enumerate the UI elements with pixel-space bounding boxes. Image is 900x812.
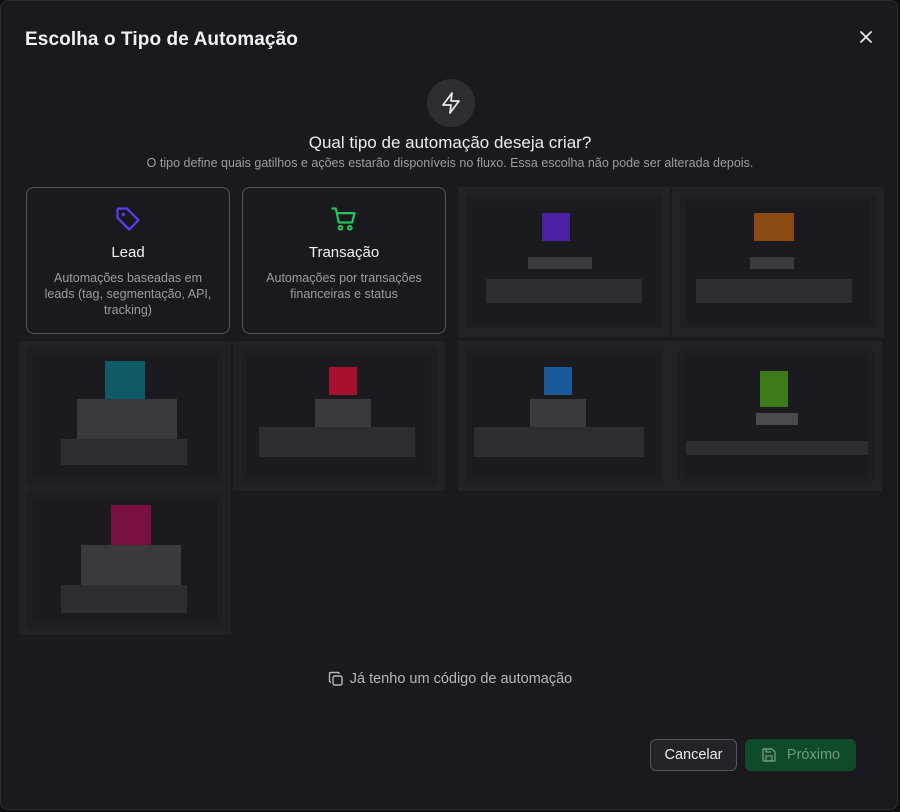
- obscured-card[interactable]: [19, 341, 231, 491]
- obscured-card[interactable]: [19, 485, 231, 635]
- obscured-text: [81, 545, 181, 585]
- copy-icon: [328, 671, 343, 686]
- obscured-text: [528, 257, 592, 269]
- obscured-card[interactable]: [458, 341, 670, 491]
- obscured-text: [696, 279, 852, 303]
- cancel-button[interactable]: Cancelar: [650, 739, 737, 771]
- obscured-text: [259, 427, 415, 457]
- close-button[interactable]: [854, 25, 878, 49]
- automation-type-modal: Escolha o Tipo de Automação Qual tipo de…: [0, 0, 898, 810]
- obscured-accent: [542, 213, 570, 241]
- card-lead[interactable]: Lead Automações baseadas em leads (tag, …: [26, 187, 230, 334]
- obscured-accent: [760, 371, 788, 407]
- card-lead-title: Lead: [111, 244, 145, 261]
- modal-title: Escolha o Tipo de Automação: [25, 29, 298, 50]
- obscured-accent: [754, 213, 794, 241]
- next-button[interactable]: Próximo: [745, 739, 856, 771]
- obscured-text: [315, 399, 371, 427]
- tag-icon: [116, 207, 140, 231]
- obscured-text: [61, 439, 187, 465]
- obscured-card[interactable]: [233, 341, 445, 491]
- obscured-accent: [329, 367, 357, 395]
- obscured-text: [474, 427, 644, 457]
- obscured-text: [486, 279, 642, 303]
- shopping-cart-icon: [331, 207, 356, 231]
- obscured-card[interactable]: [458, 187, 670, 337]
- obscured-text: [77, 399, 177, 439]
- existing-code-label: Já tenho um código de automação: [349, 671, 573, 687]
- obscured-accent: [544, 367, 572, 395]
- obscured-accent: [105, 361, 145, 401]
- obscured-text: [750, 257, 794, 269]
- card-transacao-title: Transação: [308, 244, 380, 261]
- card-transacao-description: Automações por transações financeiras e …: [266, 271, 422, 301]
- close-icon: [860, 31, 872, 43]
- card-lead-description: Automações baseadas em leads (tag, segme…: [44, 271, 212, 317]
- existing-code-link[interactable]: Já tenho um código de automação: [1, 671, 899, 687]
- obscured-text: [756, 413, 798, 425]
- obscured-text: [686, 441, 868, 455]
- obscured-accent: [111, 505, 151, 545]
- obscured-card[interactable]: [670, 341, 882, 491]
- obscured-text: [530, 399, 586, 427]
- card-transacao[interactable]: Transação Automações por transações fina…: [242, 187, 446, 334]
- obscured-text: [61, 585, 187, 613]
- question-heading: Qual tipo de automação deseja criar?: [308, 133, 592, 152]
- save-icon: [762, 748, 776, 762]
- question-subtitle: O tipo define quais gatilhos e ações est…: [146, 156, 754, 170]
- obscured-card[interactable]: [672, 187, 884, 337]
- lightning-icon: [427, 79, 475, 127]
- next-button-label: Próximo: [786, 747, 841, 763]
